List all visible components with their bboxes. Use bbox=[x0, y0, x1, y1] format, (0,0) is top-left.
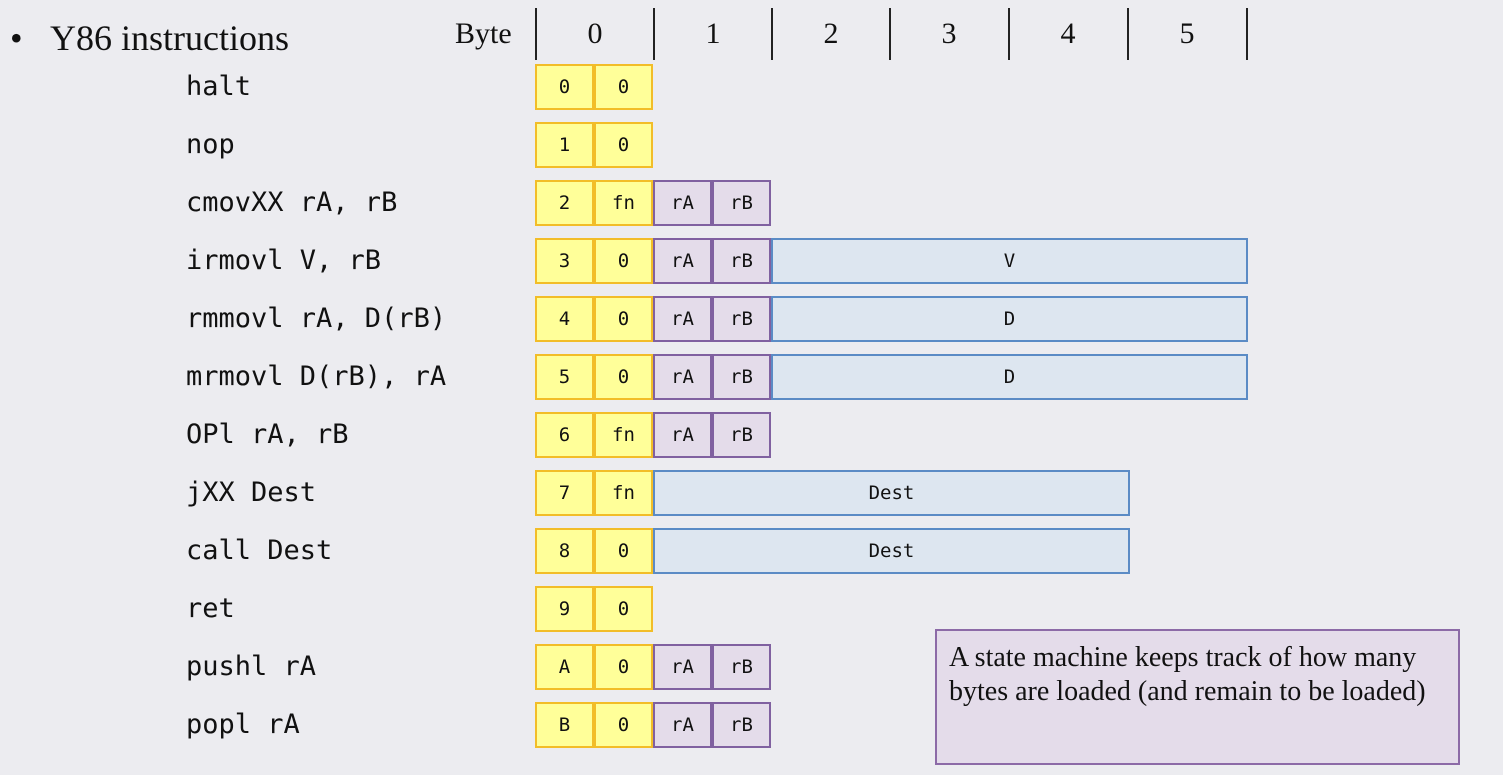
dest-cell: Dest bbox=[653, 528, 1130, 574]
icode-cell: 0 bbox=[535, 64, 594, 110]
icode-cell: 1 bbox=[535, 122, 594, 168]
ifun-cell: 0 bbox=[594, 354, 653, 400]
ifun-cell: 0 bbox=[594, 586, 653, 632]
ifun-cell: fn bbox=[594, 180, 653, 226]
ifun-cell: 0 bbox=[594, 296, 653, 342]
ifun-cell: 0 bbox=[594, 122, 653, 168]
instruction-jxx: jXX Dest bbox=[186, 477, 317, 508]
ra-cell: rA bbox=[653, 412, 712, 458]
instruction-irmovl: irmovl V, rB bbox=[186, 245, 382, 276]
byte-column-0: 0 bbox=[587, 17, 603, 50]
ra-cell: rA bbox=[653, 238, 712, 284]
instruction-cmovxx: cmovXX rA, rB bbox=[186, 187, 398, 218]
rb-cell: rB bbox=[712, 296, 771, 342]
instruction-popl: popl rA bbox=[186, 709, 300, 740]
rb-cell: rB bbox=[712, 354, 771, 400]
byte-column-4: 4 bbox=[1060, 17, 1076, 50]
icode-cell: 7 bbox=[535, 470, 594, 516]
ifun-cell: 0 bbox=[594, 644, 653, 690]
bullet-heading: • Y86 instructions bbox=[10, 16, 289, 60]
icode-cell: 9 bbox=[535, 586, 594, 632]
ifun-cell: 0 bbox=[594, 64, 653, 110]
ra-cell: rA bbox=[653, 354, 712, 400]
byte-column-5: 5 bbox=[1179, 17, 1195, 50]
icode-cell: B bbox=[535, 702, 594, 748]
byte-column-3: 3 bbox=[941, 17, 957, 50]
header-divider bbox=[1246, 8, 1248, 60]
byte-column-1: 1 bbox=[705, 17, 721, 50]
instruction-pushl: pushl rA bbox=[186, 651, 317, 682]
rb-cell: rB bbox=[712, 702, 771, 748]
ifun-cell: 0 bbox=[594, 702, 653, 748]
value-cell: V bbox=[771, 238, 1248, 284]
rb-cell: rB bbox=[712, 644, 771, 690]
byte-label: Byte bbox=[455, 17, 512, 50]
displacement-cell: D bbox=[771, 354, 1248, 400]
instruction-opl: OPl rA, rB bbox=[186, 419, 349, 450]
ifun-cell: fn bbox=[594, 412, 653, 458]
instruction-mrmovl: mrmovl D(rB), rA bbox=[186, 361, 447, 392]
rb-cell: rB bbox=[712, 238, 771, 284]
icode-cell: 4 bbox=[535, 296, 594, 342]
ifun-cell: 0 bbox=[594, 238, 653, 284]
rb-cell: rB bbox=[712, 412, 771, 458]
rb-cell: rB bbox=[712, 180, 771, 226]
icode-cell: A bbox=[535, 644, 594, 690]
displacement-cell: D bbox=[771, 296, 1248, 342]
icode-cell: 8 bbox=[535, 528, 594, 574]
heading-text: Y86 instructions bbox=[50, 18, 289, 58]
state-machine-note: A state machine keeps track of how many … bbox=[935, 629, 1460, 765]
ifun-cell: fn bbox=[594, 470, 653, 516]
ra-cell: rA bbox=[653, 296, 712, 342]
instruction-halt: halt bbox=[186, 71, 252, 102]
instruction-ret: ret bbox=[186, 593, 235, 624]
ra-cell: rA bbox=[653, 702, 712, 748]
instruction-rmmovl: rmmovl rA, D(rB) bbox=[186, 303, 447, 334]
ra-cell: rA bbox=[653, 644, 712, 690]
icode-cell: 3 bbox=[535, 238, 594, 284]
bullet-dot: • bbox=[10, 18, 23, 58]
instruction-nop: nop bbox=[186, 129, 235, 160]
byte-column-2: 2 bbox=[823, 17, 839, 50]
instruction-call: call Dest bbox=[186, 535, 333, 566]
ra-cell: rA bbox=[653, 180, 712, 226]
ifun-cell: 0 bbox=[594, 528, 653, 574]
icode-cell: 2 bbox=[535, 180, 594, 226]
icode-cell: 5 bbox=[535, 354, 594, 400]
icode-cell: 6 bbox=[535, 412, 594, 458]
dest-cell: Dest bbox=[653, 470, 1130, 516]
